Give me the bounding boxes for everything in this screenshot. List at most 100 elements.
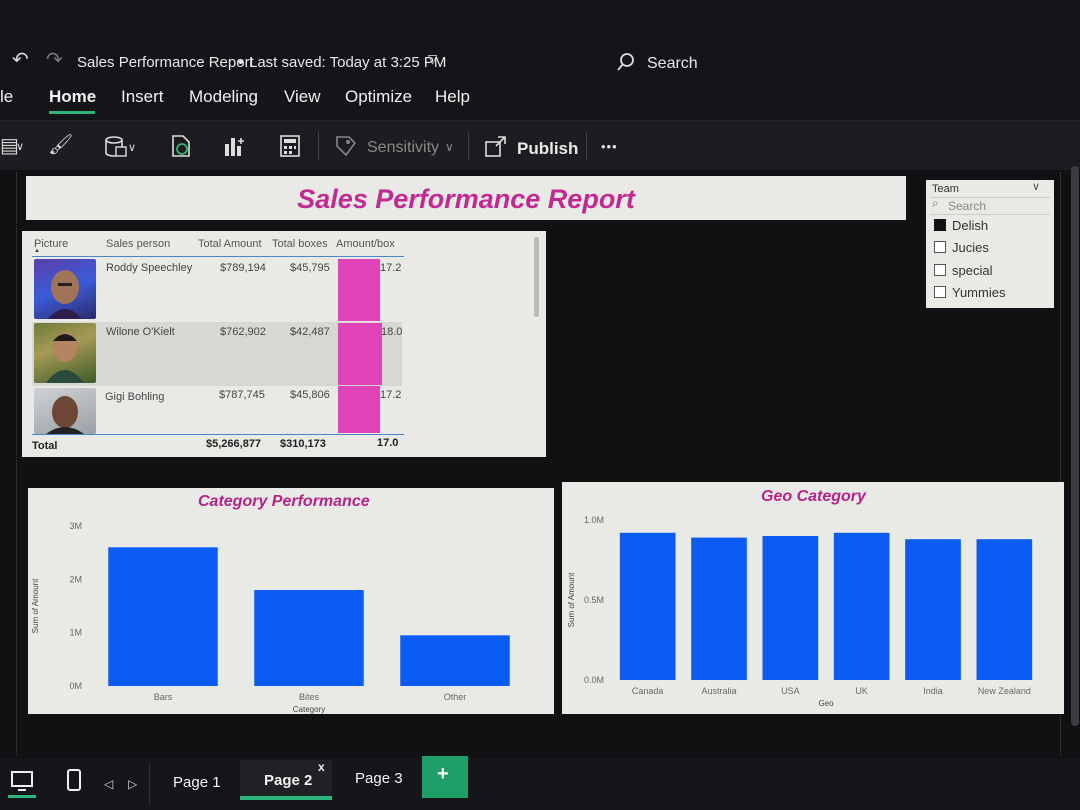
category-performance-chart[interactable]: Category Performance 0M 1M 2M 3M Sum of Amou…	[28, 488, 554, 714]
redo-icon[interactable]: ↷	[46, 50, 63, 70]
total-amount-cell: $789,194	[220, 262, 266, 274]
checkbox-icon[interactable]	[934, 286, 946, 298]
x-axis-label: Category	[293, 705, 325, 714]
mobile-view-icon[interactable]	[66, 768, 82, 792]
person-avatar-icon	[48, 270, 82, 319]
person-avatar-icon	[46, 396, 84, 434]
publish-button[interactable]: Publish	[517, 139, 578, 159]
x-tick-label: Canada	[632, 686, 664, 696]
total-label: Total	[32, 440, 58, 452]
x-axis-label: Geo	[818, 699, 834, 708]
amount-per-box-bar	[338, 323, 382, 385]
column-header-sales-person[interactable]: Sales person	[106, 238, 170, 250]
slicer-search-input[interactable]: Search	[948, 199, 986, 213]
checkbox-icon[interactable]	[934, 264, 946, 276]
tab-home[interactable]: Home	[49, 87, 96, 107]
y-tick-label: 1.0M	[584, 515, 604, 525]
column-header-total-amount[interactable]: Total Amount	[198, 238, 262, 250]
page-tab-2[interactable]: Page 2	[264, 772, 312, 789]
checkbox-icon[interactable]	[934, 241, 946, 253]
more-options-icon[interactable]: •••	[601, 139, 618, 154]
x-tick-label: UK	[855, 686, 868, 696]
tab-view[interactable]: View	[284, 87, 321, 107]
saved-dropdown-icon[interactable]: ▽	[428, 52, 437, 66]
toolbar-separator-3	[586, 132, 587, 160]
slicer-item-special[interactable]: special	[934, 263, 992, 278]
page-tab-3[interactable]: Page 3	[355, 770, 403, 787]
salesperson-photo	[34, 388, 96, 434]
x-tick-label: India	[923, 686, 943, 696]
page-tab-2-underline	[240, 796, 332, 800]
slicer-search-underline	[930, 214, 1050, 215]
previous-page-icon[interactable]: ◁	[104, 774, 113, 794]
bar-bars	[108, 547, 218, 686]
salesperson-name: Roddy Speechley	[106, 262, 193, 274]
x-tick-label: Other	[444, 692, 467, 702]
desktop-view-indicator	[8, 795, 36, 798]
next-page-icon[interactable]: ▷	[128, 774, 137, 794]
bar-bites	[254, 590, 364, 686]
get-data-dropdown-icon[interactable]: ∨	[128, 138, 136, 158]
total-boxes-cell: $42,487	[290, 326, 330, 338]
scrollbar[interactable]	[1071, 166, 1079, 726]
x-tick-label: Bars	[154, 692, 173, 702]
format-painter-icon[interactable]: 🖌	[48, 135, 73, 155]
bar-other	[400, 635, 510, 686]
geo-chart-plot: 0.0M 0.5M 1.0M Sum of Amount Canada Australia…	[567, 515, 1033, 708]
page-tab-divider	[149, 764, 150, 804]
slicer-item-delish[interactable]: Delish	[934, 218, 988, 233]
x-tick-label: Bites	[299, 692, 320, 702]
salesperson-name: Gigi Bohling	[105, 391, 165, 403]
sensitivity-icon[interactable]	[334, 134, 358, 158]
new-visual-icon[interactable]	[223, 134, 247, 158]
desktop-view-icon[interactable]	[10, 770, 34, 792]
report-title-box[interactable]: Sales Performance Report	[26, 176, 906, 220]
total-amount-cell: $762,902	[220, 326, 266, 338]
slicer-item-yummies[interactable]: Yummies	[934, 285, 1005, 300]
toolbar-separator	[318, 132, 319, 160]
table-scrollbar[interactable]	[534, 237, 539, 317]
tab-modeling[interactable]: Modeling	[189, 87, 258, 107]
x-tick-label: USA	[781, 686, 800, 696]
y-axis-label: Sum of Amount	[31, 578, 40, 633]
close-page-icon[interactable]: x	[318, 760, 325, 774]
publish-icon[interactable]	[484, 134, 508, 158]
tab-help[interactable]: Help	[435, 87, 470, 107]
search-box[interactable]: Search	[612, 50, 762, 76]
page-tab-1[interactable]: Page 1	[173, 774, 221, 791]
slicer-dropdown-icon[interactable]: ∨	[1032, 180, 1040, 193]
search-icon	[617, 53, 634, 71]
get-data-icon[interactable]	[104, 136, 130, 158]
title-bar: ↶ ↷ Sales Performance Report • Last save…	[0, 0, 1080, 80]
geo-category-chart[interactable]: Geo Category 0.0M 0.5M 1.0M Sum of Amount Ca…	[562, 482, 1064, 714]
file-tab-edge[interactable]: le	[0, 87, 13, 107]
refresh-icon[interactable]	[170, 134, 192, 158]
column-header-total-boxes[interactable]: Total boxes	[272, 238, 328, 250]
bar-new-zealand	[976, 539, 1033, 680]
tab-optimize[interactable]: Optimize	[345, 87, 412, 107]
sort-indicator-icon: ▲	[34, 248, 40, 254]
sales-table[interactable]: Picture ▲ Sales person Total Amount Tota…	[22, 231, 546, 457]
search-label: Search	[647, 55, 698, 72]
total-boxes-cell: $45,795	[290, 262, 330, 274]
y-tick-label: 3M	[69, 521, 82, 531]
total-amount-cell: $787,745	[219, 389, 265, 401]
slicer-item-jucies[interactable]: Jucies	[934, 240, 989, 255]
salesperson-photo	[34, 259, 96, 319]
column-header-amount-per-box[interactable]: Amount/box	[336, 238, 395, 250]
bar-uk	[833, 532, 890, 680]
sensitivity-dropdown-icon[interactable]: ∨	[445, 140, 454, 154]
add-page-button[interactable]: +	[422, 756, 468, 798]
x-tick-label: New Zealand	[978, 686, 1031, 696]
bar-usa	[762, 536, 819, 680]
checkbox-checked-icon[interactable]	[934, 219, 946, 231]
bar-canada	[619, 532, 676, 680]
undo-icon[interactable]: ↶	[12, 50, 29, 70]
paste-dropdown-icon[interactable]: ∨	[16, 137, 24, 157]
total-amount: $5,266,877	[206, 438, 262, 450]
calculator-icon[interactable]	[279, 134, 301, 158]
tab-insert[interactable]: Insert	[121, 87, 164, 107]
sensitivity-label[interactable]: Sensitivity	[367, 139, 439, 157]
total-boxes-cell: $45,806	[290, 389, 330, 401]
team-slicer[interactable]: Team ∨ ⌕ Search Delish Jucies special Yu…	[926, 180, 1054, 308]
